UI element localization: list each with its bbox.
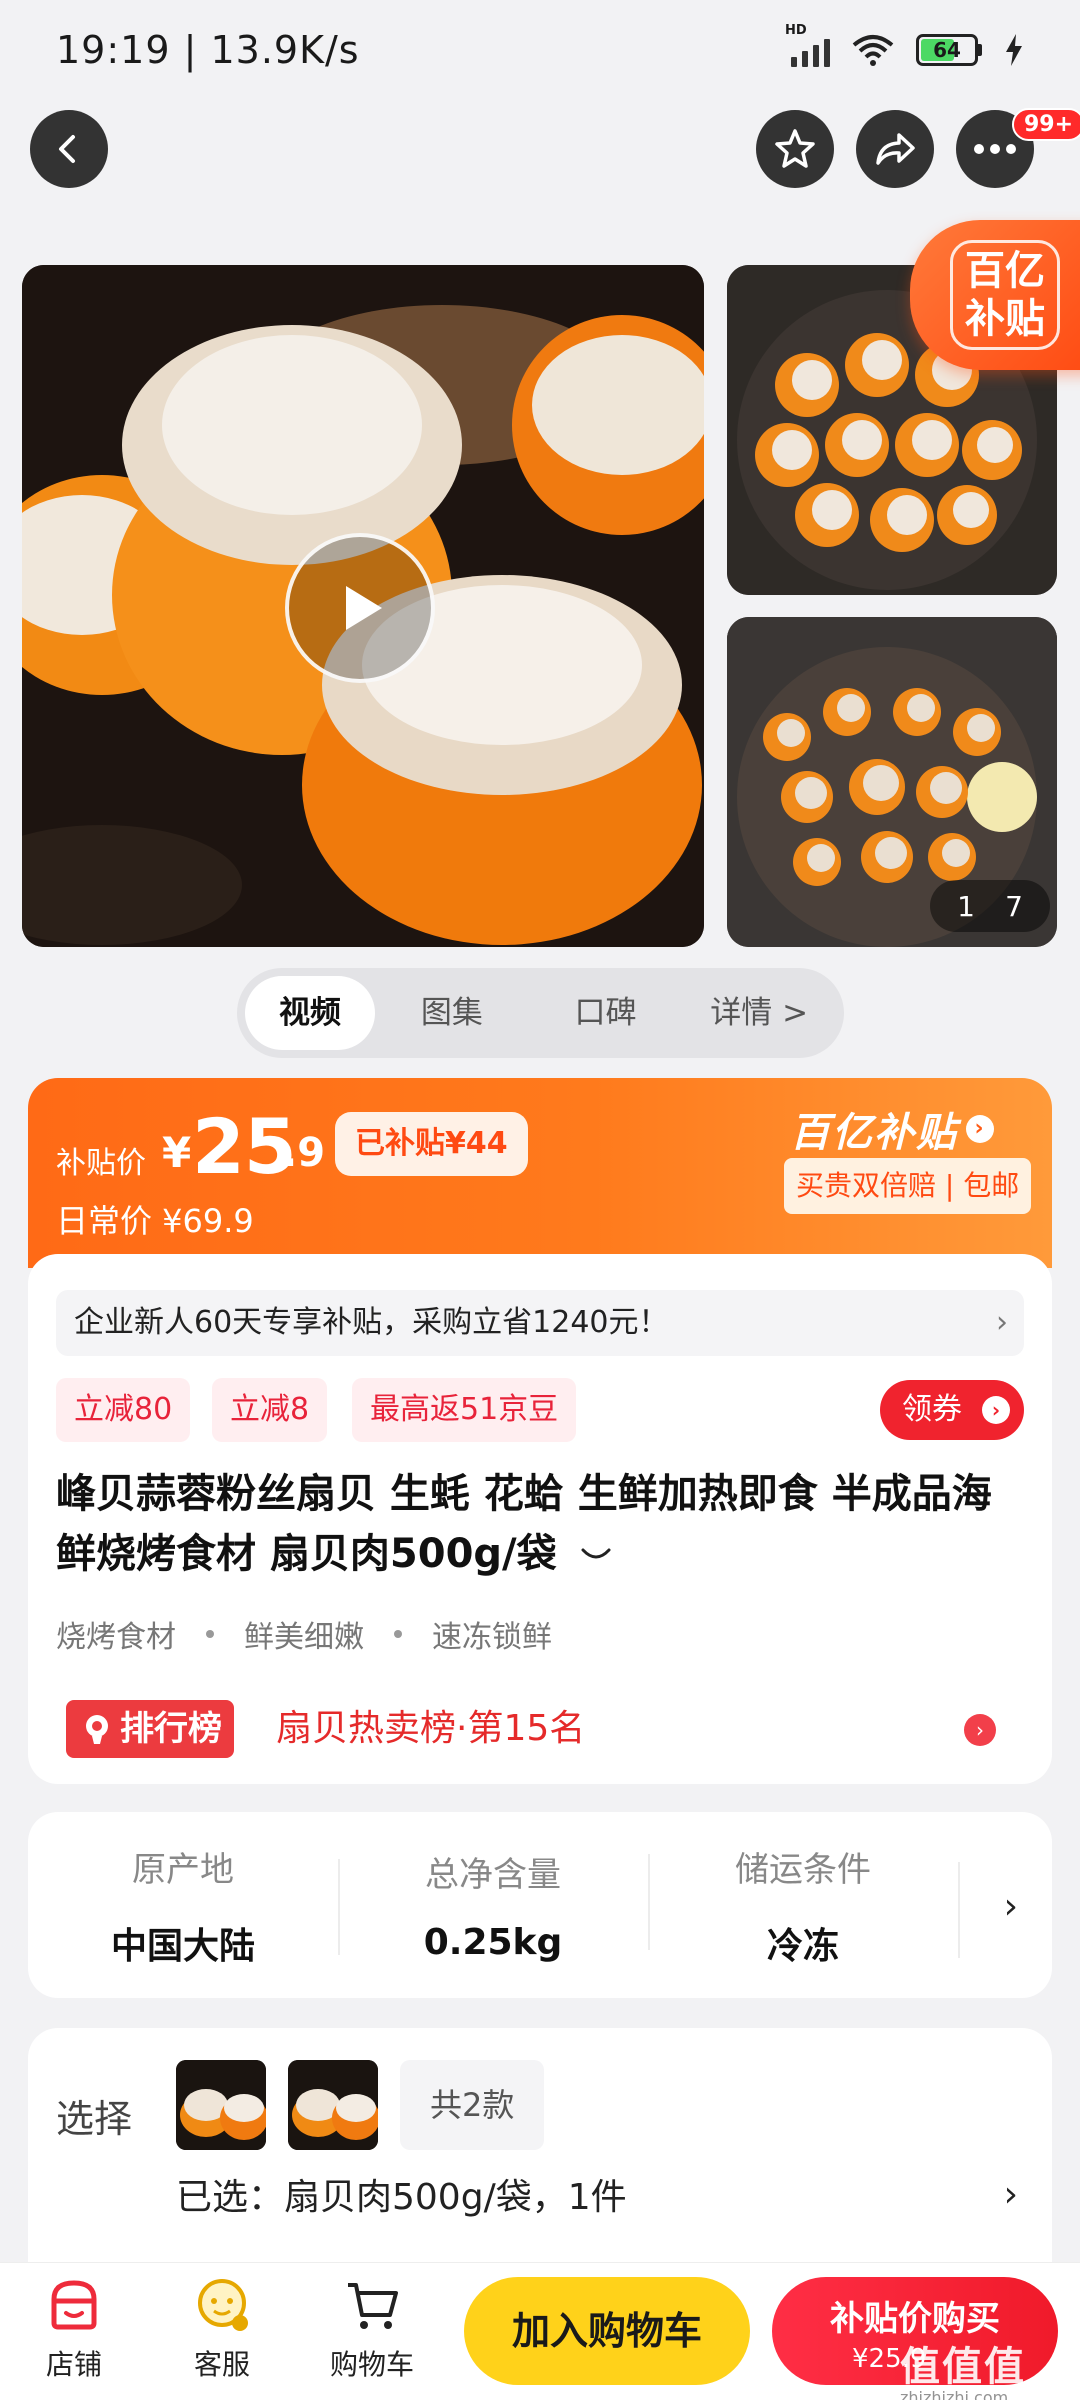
subsidy-float-button[interactable]: 百亿补贴 <box>910 220 1080 370</box>
store-label: 店铺 <box>45 2348 102 2381</box>
message-badge: 99+ <box>1012 108 1080 141</box>
spec-net-weight: 总净含量 0.25kg <box>338 1847 648 1963</box>
cart-label: 购物车 <box>329 2348 414 2381</box>
spec-key: 总净含量 <box>425 1855 561 1895</box>
ranking-badge[interactable]: 排行榜 <box>66 1700 234 1758</box>
spec-key: 原产地 <box>132 1849 234 1890</box>
tag-item: 速冻锁鲜 <box>432 1620 552 1655</box>
discount-chip-80[interactable]: 立减80 <box>56 1378 191 1442</box>
subsidy-brand-link[interactable]: 百亿补贴 › <box>790 1100 994 1158</box>
chevron-right-icon: › <box>966 1115 994 1143</box>
tag-separator <box>206 1630 214 1638</box>
guarantee-badge: 买贵双倍赔 | 包邮 <box>784 1158 1032 1214</box>
status-time-speed: 19:19 | 13.9K/s <box>56 28 360 72</box>
subsidy-float-label: 百亿补贴 <box>950 240 1060 350</box>
subsidy-saved-badge: 已补贴¥44 <box>335 1112 528 1176</box>
cart-button[interactable]: 购物车 <box>312 2275 432 2383</box>
subsidy-price-label: 补贴价 <box>56 1146 146 1181</box>
media-tabs: 视频 图集 口碑 详情 > <box>237 968 844 1058</box>
ranking-badge-label: 排行榜 <box>120 1709 222 1749</box>
tag-separator <box>394 1630 402 1638</box>
chevron-right-icon[interactable]: › <box>964 1714 996 1746</box>
watermark-text: 值值值 <box>900 2344 1026 2390</box>
select-label: 选择 <box>56 2097 133 2141</box>
product-tags: 烧烤食材 鲜美细嫩 速冻锁鲜 <box>56 1612 552 1656</box>
discount-chip-8[interactable]: 立减8 <box>212 1378 328 1442</box>
more-dots-icon <box>974 144 1016 154</box>
price-decimal: .9 <box>282 1130 326 1176</box>
buy-now-label: 补贴价购买 <box>830 2299 1000 2339</box>
spec-value: 中国大陆 <box>110 1925 255 1967</box>
service-label: 客服 <box>193 2348 250 2381</box>
share-icon <box>876 133 915 165</box>
status-bar: 19:19 | 13.9K/s HD 64 <box>0 0 1080 100</box>
store-icon <box>51 2280 97 2330</box>
network-type: HD <box>785 23 807 38</box>
tag-item: 鲜美细嫩 <box>244 1620 364 1655</box>
tab-video[interactable]: 视频 <box>245 976 375 1050</box>
add-to-cart-button[interactable]: 加入购物车 <box>464 2277 750 2385</box>
enterprise-notice[interactable]: 企业新人60天专享补贴，采购立省1240元！ › <box>56 1290 1024 1356</box>
tab-gallery[interactable]: 图集 <box>375 976 529 1050</box>
spec-value: 0.25kg <box>423 1922 563 1963</box>
selected-variant: 已选：扇贝肉500g/袋，1件 <box>176 2177 627 2218</box>
variant-selector[interactable]: 选择 共2款 已选：扇贝肉500g/袋，1件 › <box>28 2028 1052 2268</box>
watermark: 值值值 zhizhizhi.com <box>900 2334 1026 2400</box>
gallery-total: 7 <box>1005 889 1023 923</box>
spec-key: 储运条件 <box>735 1849 871 1890</box>
battery-level: 64 <box>933 38 961 62</box>
trophy-icon <box>86 1715 108 1744</box>
customer-service-button[interactable]: 客服 <box>162 2275 282 2383</box>
ranking-text[interactable]: 扇贝热卖榜·第15名 <box>276 1700 585 1758</box>
variant-image <box>288 2060 378 2150</box>
play-icon <box>346 586 382 630</box>
signal-icon: HD <box>785 23 830 67</box>
chevron-right-icon[interactable]: › <box>1004 1886 1018 1927</box>
product-video-thumbnail[interactable] <box>22 265 704 947</box>
back-button[interactable] <box>30 110 108 188</box>
tag-item: 烧烤食材 <box>56 1620 176 1655</box>
watermark-site: zhizhizhi.com <box>900 2388 1009 2400</box>
spec-value: 冷冻 <box>766 1925 839 1967</box>
spec-origin: 原产地 中国大陆 <box>28 1842 338 1969</box>
variant-count[interactable]: 共2款 <box>400 2060 545 2150</box>
tab-reviews[interactable]: 口碑 <box>529 976 683 1050</box>
gallery-counter: 1 7 <box>930 880 1050 932</box>
charging-icon <box>1006 34 1022 66</box>
share-button[interactable] <box>856 110 934 188</box>
service-chat-icon <box>198 2279 248 2331</box>
spec-storage: 储运条件 冷冻 <box>648 1842 958 1969</box>
battery-icon: 64 <box>916 34 982 66</box>
price-integer: 25 <box>192 1102 297 1191</box>
favorite-button[interactable] <box>756 110 834 188</box>
price-currency: ¥ <box>162 1128 192 1177</box>
divider <box>958 1862 960 1958</box>
tab-details[interactable]: 详情 > <box>682 976 836 1050</box>
chevron-right-icon: › <box>996 1305 1008 1340</box>
coupon-label: 领券 <box>902 1392 962 1427</box>
expand-chevron-icon <box>581 1548 611 1559</box>
star-icon <box>775 129 815 168</box>
daily-price: 日常价 ¥69.9 <box>56 1202 254 1240</box>
play-video-button[interactable] <box>285 533 435 683</box>
subsidy-brand-label: 百亿补贴 <box>790 1110 958 1156</box>
get-coupon-button[interactable]: 领券 › <box>880 1380 1024 1440</box>
variant-thumb[interactable] <box>176 2060 266 2150</box>
product-title[interactable]: 峰贝蒜蓉粉丝扇贝 生蚝 花蛤 生鲜加热即食 半成品海鲜烧烤食材 扇贝肉500g/… <box>56 1464 1026 1584</box>
gallery-index: 1 <box>957 889 975 923</box>
variant-thumb[interactable] <box>288 2060 378 2150</box>
chevron-right-icon[interactable]: › <box>1004 2174 1018 2215</box>
notice-text: 企业新人60天专享补贴，采购立省1240元！ <box>74 1305 669 1340</box>
back-arrow-icon <box>59 135 75 163</box>
cart-icon <box>348 2283 398 2329</box>
wifi-icon <box>852 35 894 66</box>
jingdou-chip[interactable]: 最高返51京豆 <box>352 1378 577 1442</box>
chevron-right-icon: › <box>982 1396 1010 1424</box>
product-title-text: 峰贝蒜蓉粉丝扇贝 生蚝 花蛤 生鲜加热即食 半成品海鲜烧烤食材 扇贝肉500g/… <box>56 1471 992 1577</box>
variant-image <box>176 2060 266 2150</box>
spec-summary[interactable]: 原产地 中国大陆 总净含量 0.25kg 储运条件 冷冻 › <box>28 1812 1052 1998</box>
store-button[interactable]: 店铺 <box>14 2275 134 2383</box>
